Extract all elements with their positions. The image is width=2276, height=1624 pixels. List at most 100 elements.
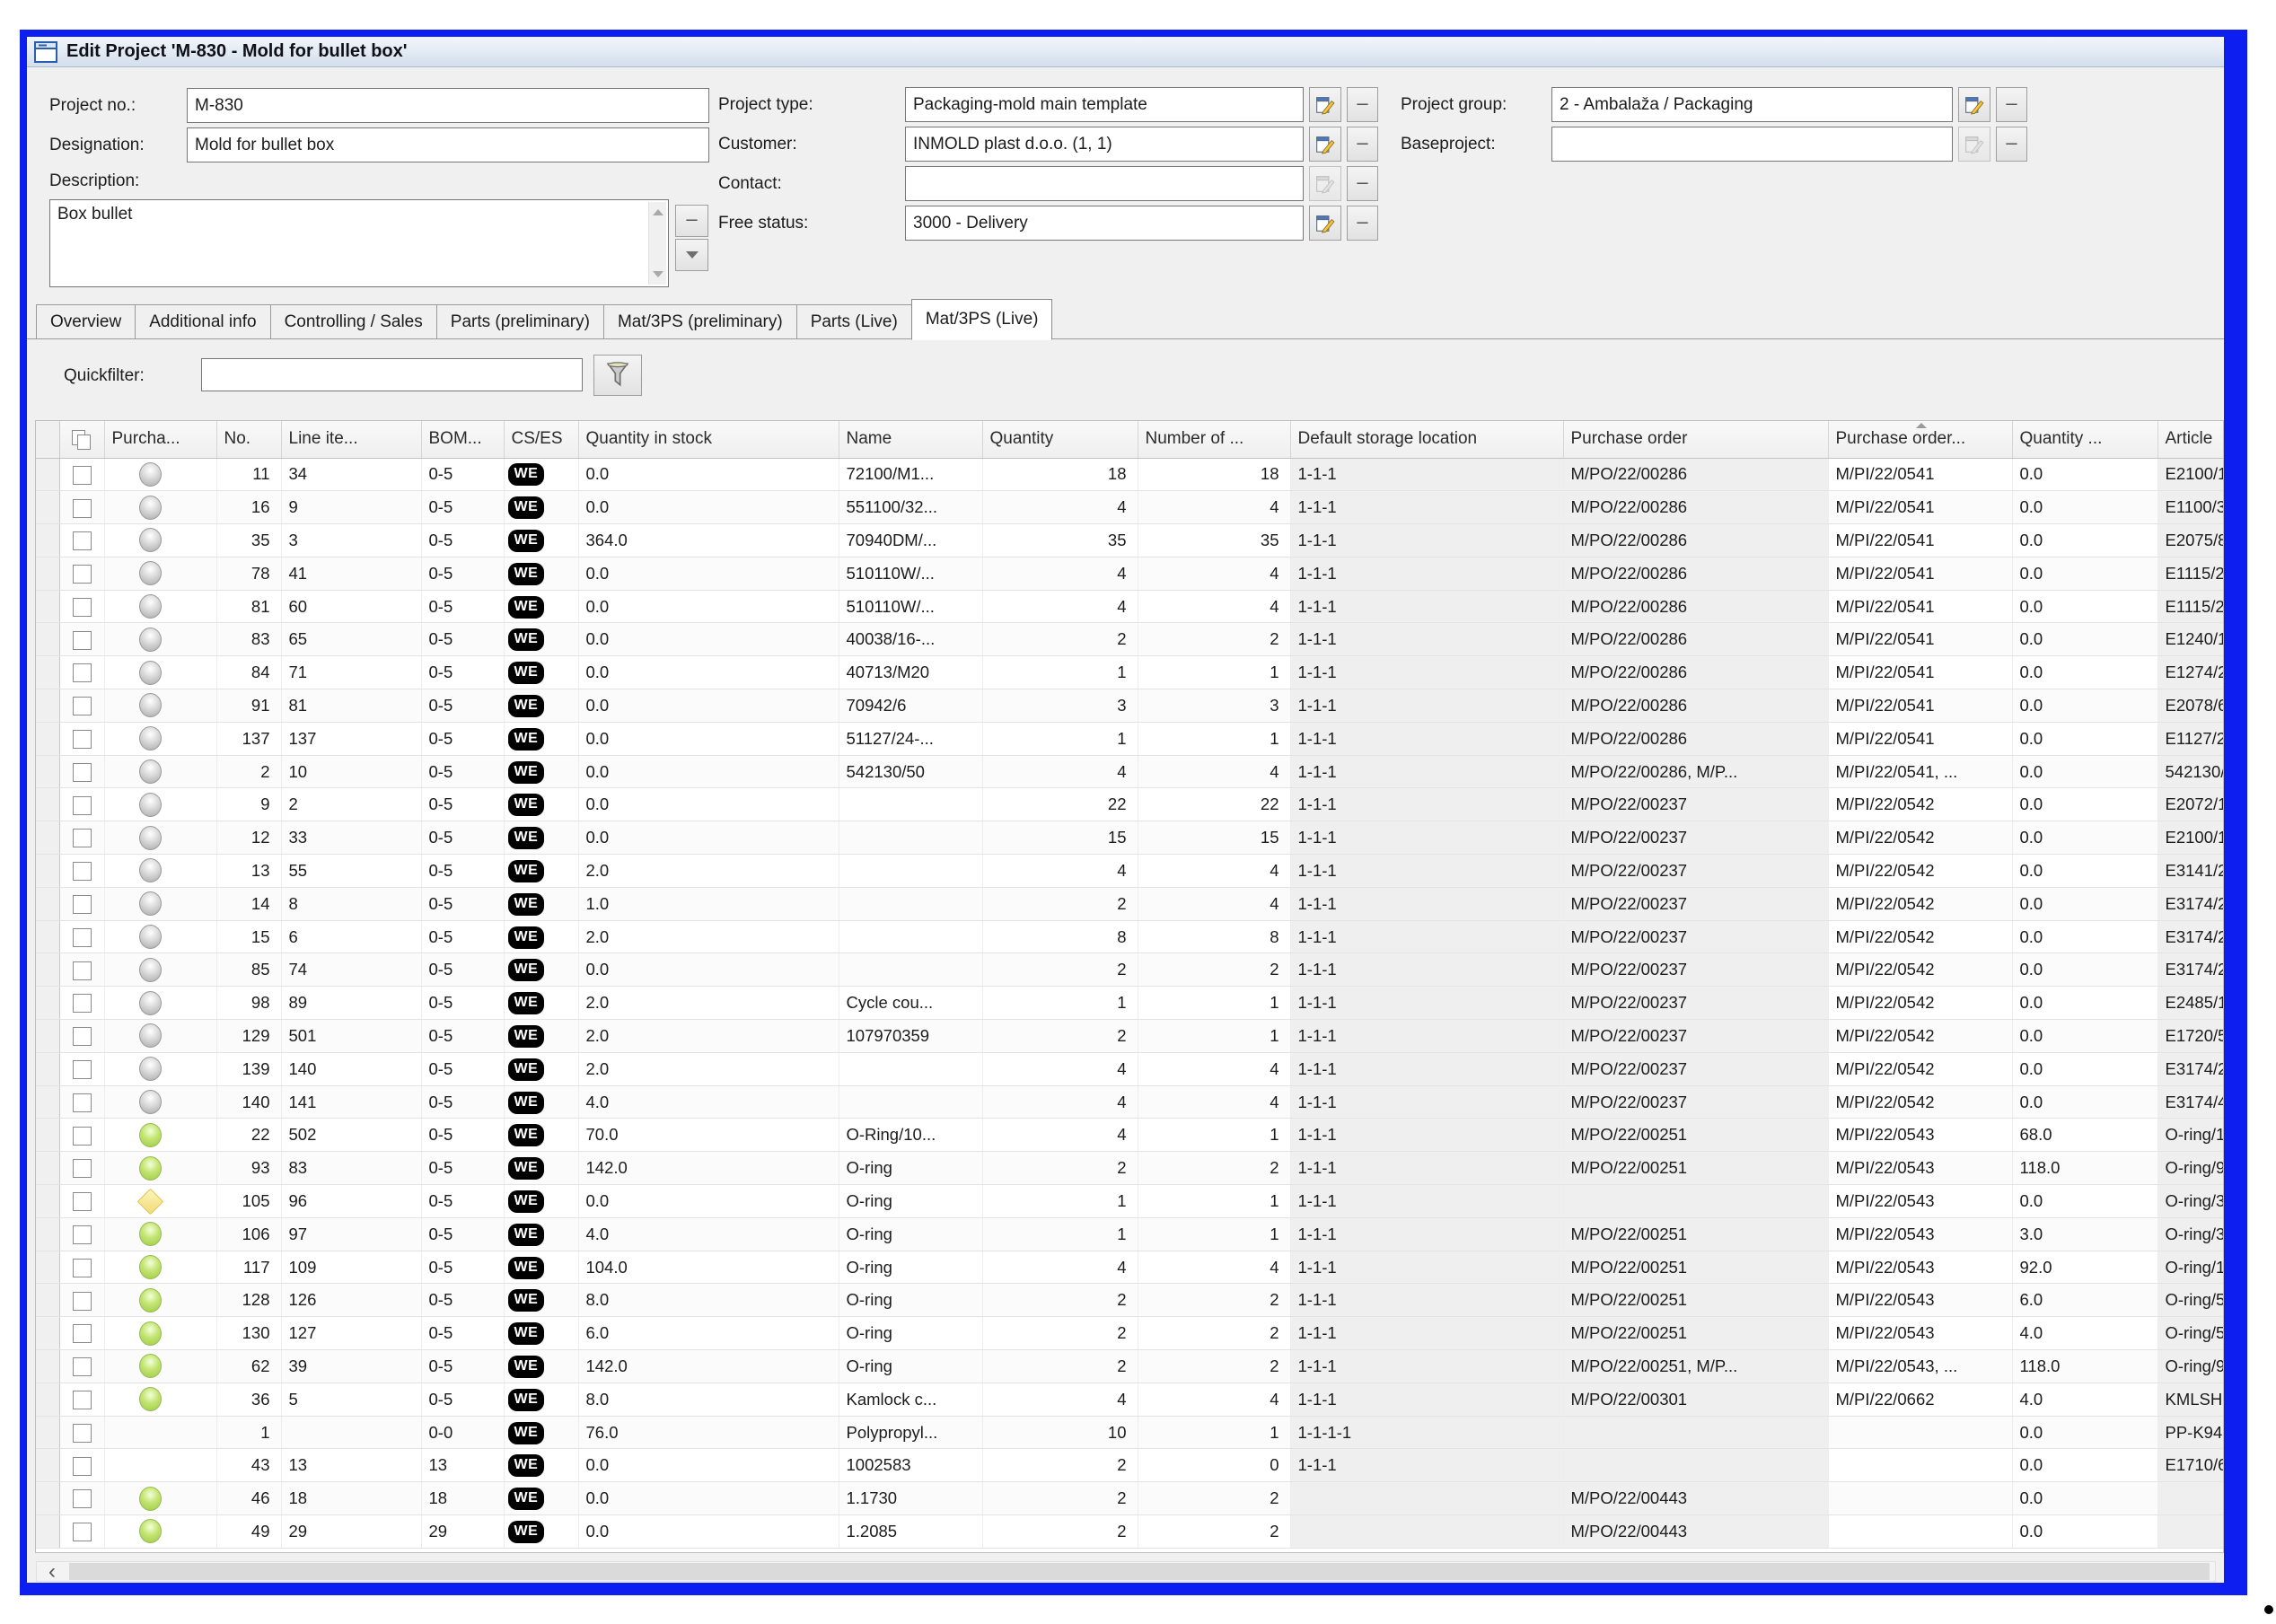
table-row[interactable]: 36 5 0-5 WE 8.0 Kamlock c... 4 4 1-1-1 M… [36, 1383, 2224, 1416]
col-no[interactable]: No. [216, 421, 281, 458]
tab-controlling-sales[interactable]: Controlling / Sales [270, 304, 436, 339]
tab-parts-live[interactable]: Parts (Live) [796, 304, 911, 339]
table-row[interactable]: 9 2 0-5 WE 0.0 22 22 1-1-1 M/PO/22/00237… [36, 788, 2224, 821]
table-row[interactable]: 2 10 0-5 WE 0.0 542130/50 4 4 1-1-1 M/PO… [36, 755, 2224, 788]
row-checkbox[interactable] [73, 829, 92, 847]
table-row[interactable]: 15 6 0-5 WE 2.0 8 8 1-1-1 M/PO/22/00237 … [36, 920, 2224, 953]
table-row[interactable]: 140 141 0-5 WE 4.0 4 4 1-1-1 M/PO/22/002… [36, 1085, 2224, 1119]
description-minus-button[interactable]: – [675, 205, 708, 237]
table-row[interactable]: 93 83 0-5 WE 142.0 O-ring 2 2 1-1-1 M/PO… [36, 1152, 2224, 1185]
row-checkbox[interactable] [73, 1225, 92, 1244]
row-checkbox[interactable] [73, 961, 92, 980]
table-row[interactable]: 139 140 0-5 WE 2.0 4 4 1-1-1 M/PO/22/002… [36, 1052, 2224, 1085]
free-status-edit-button[interactable] [1309, 206, 1341, 241]
free-status-remove-button[interactable]: – [1347, 206, 1378, 241]
scrollbar-thumb[interactable] [69, 1563, 2210, 1580]
customer-edit-button[interactable] [1309, 127, 1341, 162]
row-checkbox[interactable] [73, 1192, 92, 1211]
table-row[interactable]: 129 501 0-5 WE 2.0 107970359 2 1 1-1-1 M… [36, 1020, 2224, 1053]
row-checkbox[interactable] [73, 598, 92, 617]
row-checkbox[interactable] [73, 1093, 92, 1112]
contact-remove-button[interactable]: – [1347, 166, 1378, 201]
tab-parts-preliminary[interactable]: Parts (preliminary) [436, 304, 603, 339]
table-row[interactable]: 12 33 0-5 WE 0.0 15 15 1-1-1 M/PO/22/002… [36, 821, 2224, 855]
title-bar[interactable]: Edit Project 'M-830 - Mold for bullet bo… [27, 37, 2224, 67]
quickfilter-input[interactable] [201, 358, 583, 391]
tab-overview[interactable]: Overview [36, 304, 135, 339]
table-row[interactable]: 46 18 18 WE 0.0 1.1730 2 2 M/PO/22/00443… [36, 1482, 2224, 1515]
contact-input[interactable] [905, 166, 1304, 201]
col-number-of[interactable]: Number of ... [1138, 421, 1290, 458]
table-row[interactable]: 83 65 0-5 WE 0.0 40038/16-... 2 2 1-1-1 … [36, 623, 2224, 656]
baseproject-remove-button[interactable]: – [1996, 127, 2027, 162]
row-checkbox[interactable] [73, 466, 92, 485]
customer-input[interactable]: INMOLD plast d.o.o. (1, 1) [905, 127, 1304, 162]
baseproject-input[interactable] [1551, 127, 1953, 162]
table-row[interactable]: 106 97 0-5 WE 4.0 O-ring 1 1 1-1-1 M/PO/… [36, 1217, 2224, 1251]
table-row[interactable]: 91 81 0-5 WE 0.0 70942/6 3 3 1-1-1 M/PO/… [36, 689, 2224, 723]
row-checkbox[interactable] [73, 1457, 92, 1476]
col-article[interactable]: Article [2157, 421, 2224, 458]
scroll-up-icon[interactable] [653, 209, 663, 215]
col-quantity[interactable]: Quantity [982, 421, 1138, 458]
contact-edit-button[interactable] [1309, 166, 1341, 201]
table-row[interactable]: 49 29 29 WE 0.0 1.2085 2 2 M/PO/22/00443… [36, 1515, 2224, 1549]
project-group-input[interactable]: 2 - Ambalaža / Packaging [1551, 87, 1953, 122]
scroll-down-icon[interactable] [653, 271, 663, 277]
description-textarea[interactable]: Box bullet [49, 199, 669, 287]
row-checkbox[interactable] [73, 796, 92, 815]
col-bom[interactable]: BOM... [421, 421, 504, 458]
row-checkbox[interactable] [73, 663, 92, 682]
table-row[interactable]: 43 13 13 WE 0.0 1002583 2 0 1-1-1 0.0 E1… [36, 1449, 2224, 1482]
table-row[interactable]: 81 60 0-5 WE 0.0 510110W/... 4 4 1-1-1 M… [36, 590, 2224, 623]
baseproject-edit-button[interactable] [1958, 127, 1990, 162]
row-checkbox[interactable] [73, 994, 92, 1013]
col-purchase-order-2[interactable]: Purchase order... [1828, 421, 2012, 458]
project-no-input[interactable]: M-830 [187, 88, 709, 123]
table-row[interactable]: 22 502 0-5 WE 70.0 O-Ring/10... 4 1 1-1-… [36, 1119, 2224, 1152]
tab-mat3ps-preliminary[interactable]: Mat/3PS (preliminary) [603, 304, 796, 339]
row-checkbox[interactable] [73, 1523, 92, 1541]
select-all-header[interactable] [59, 421, 104, 458]
table-row[interactable]: 78 41 0-5 WE 0.0 510110W/... 4 4 1-1-1 M… [36, 557, 2224, 590]
col-cs-es[interactable]: CS/ES [504, 421, 578, 458]
row-checkbox[interactable] [73, 1159, 92, 1178]
row-checkbox[interactable] [73, 862, 92, 881]
table-row[interactable]: 14 8 0-5 WE 1.0 2 4 1-1-1 M/PO/22/00237 … [36, 887, 2224, 920]
row-checkbox[interactable] [73, 1324, 92, 1343]
project-group-remove-button[interactable]: – [1996, 87, 2027, 122]
quickfilter-button[interactable] [593, 355, 642, 396]
table-row[interactable]: 62 39 0-5 WE 142.0 O-ring 2 2 1-1-1 M/PO… [36, 1350, 2224, 1383]
row-checkbox[interactable] [73, 1391, 92, 1409]
table-row[interactable]: 11 34 0-5 WE 0.0 72100/M1... 18 18 1-1-1… [36, 458, 2224, 491]
table-row[interactable]: 1 0-0 WE 76.0 Polypropyl... 10 1 1-1-1-1… [36, 1416, 2224, 1449]
table-row[interactable]: 137 137 0-5 WE 0.0 51127/24-... 1 1 1-1-… [36, 722, 2224, 755]
table-row[interactable]: 16 9 0-5 WE 0.0 551100/32... 4 4 1-1-1 M… [36, 491, 2224, 524]
table-row[interactable]: 117 109 0-5 WE 104.0 O-ring 4 4 1-1-1 M/… [36, 1251, 2224, 1284]
row-checkbox[interactable] [73, 730, 92, 749]
project-type-remove-button[interactable]: – [1347, 87, 1378, 122]
col-line-item[interactable]: Line ite... [281, 421, 421, 458]
table-row[interactable]: 13 55 0-5 WE 2.0 4 4 1-1-1 M/PO/22/00237… [36, 855, 2224, 888]
table-row[interactable]: 85 74 0-5 WE 0.0 2 2 1-1-1 M/PO/22/00237… [36, 953, 2224, 987]
row-checkbox[interactable] [73, 1424, 92, 1443]
row-checkbox[interactable] [73, 1027, 92, 1046]
table-row[interactable]: 128 126 0-5 WE 8.0 O-ring 2 2 1-1-1 M/PO… [36, 1284, 2224, 1317]
customer-remove-button[interactable]: – [1347, 127, 1378, 162]
table-row[interactable]: 130 127 0-5 WE 6.0 O-ring 2 2 1-1-1 M/PO… [36, 1317, 2224, 1350]
row-checkbox[interactable] [73, 763, 92, 782]
horizontal-scrollbar[interactable]: ‹ [36, 1561, 2216, 1582]
row-checkbox[interactable] [73, 1292, 92, 1311]
table-row[interactable]: 98 89 0-5 WE 2.0 Cycle cou... 1 1 1-1-1 … [36, 987, 2224, 1020]
row-checkbox[interactable] [73, 1259, 92, 1277]
col-quantity-in-stock[interactable]: Quantity in stock [578, 421, 839, 458]
row-checkbox[interactable] [73, 1060, 92, 1079]
scroll-left-icon[interactable]: ‹ [39, 1562, 66, 1581]
tab-mat3ps-live[interactable]: Mat/3PS (Live) [911, 299, 1053, 340]
free-status-input[interactable]: 3000 - Delivery [905, 206, 1304, 241]
project-type-edit-button[interactable] [1309, 87, 1341, 122]
designation-input[interactable]: Mold for bullet box [187, 127, 709, 162]
row-checkbox[interactable] [73, 631, 92, 650]
col-purchase-status[interactable]: Purcha... [104, 421, 216, 458]
row-checkbox[interactable] [73, 928, 92, 947]
